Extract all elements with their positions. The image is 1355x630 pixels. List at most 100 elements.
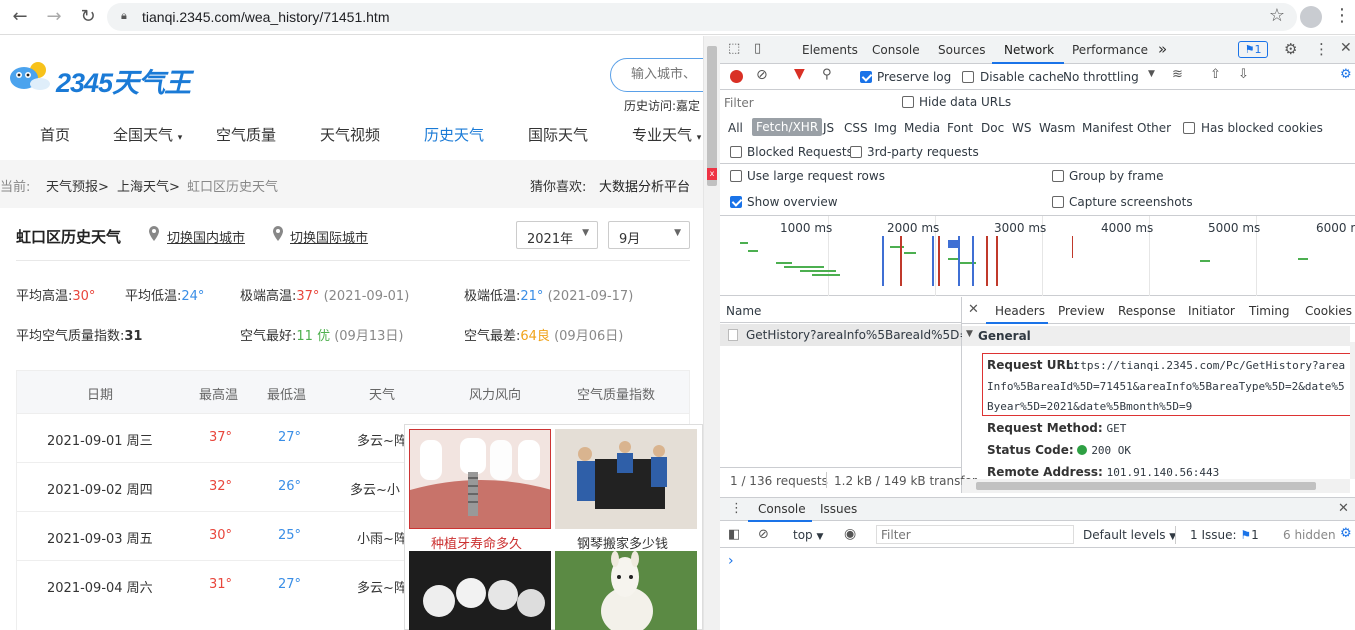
- browser-menu-icon[interactable]: ⋮: [1333, 5, 1351, 26]
- request-row[interactable]: GetHistory?areaInfo%5BareaId%5D=...: [720, 324, 981, 346]
- throttling-select[interactable]: No throttling: [1063, 70, 1139, 84]
- inspect-element-icon[interactable]: ⬚: [728, 41, 740, 56]
- close-drawer-icon[interactable]: ✕: [1338, 501, 1349, 516]
- record-icon[interactable]: [730, 70, 743, 83]
- show-sidebar-icon[interactable]: ◧: [728, 527, 740, 542]
- request-url-value[interactable]: Info%5BareaId%5D=71451&areaInfo%5BareaTy…: [987, 380, 1345, 393]
- details-horizontal-scrollbar[interactable]: [962, 479, 1350, 493]
- close-details-icon[interactable]: ✕: [968, 302, 979, 317]
- page-scrollbar[interactable]: x: [703, 36, 720, 630]
- tab-headers[interactable]: Headers: [995, 304, 1045, 318]
- guess-link[interactable]: 大数据分析平台: [599, 176, 690, 195]
- type-filter-font[interactable]: Font: [947, 121, 973, 135]
- nav-history-weather[interactable]: 历史天气: [424, 124, 484, 145]
- scrollbar-thumb[interactable]: [976, 482, 1316, 490]
- back-icon[interactable]: ←: [8, 6, 32, 28]
- name-column-header[interactable]: Name: [720, 297, 961, 323]
- month-select[interactable]: 9月 ▼: [608, 221, 690, 249]
- tab-cookies[interactable]: Cookies: [1305, 304, 1352, 318]
- reload-icon[interactable]: ↻: [76, 6, 100, 28]
- request-url-value[interactable]: https://tianqi.2345.com/Pc/GetHistory?ar…: [1067, 359, 1345, 372]
- context-select[interactable]: top ▼: [793, 528, 823, 542]
- type-filter-css[interactable]: CSS: [844, 121, 868, 135]
- general-section-header[interactable]: ▼ General: [962, 326, 1350, 346]
- tab-sources[interactable]: Sources: [938, 43, 985, 57]
- details-vertical-scrollbar[interactable]: [1350, 342, 1355, 479]
- tab-initiator[interactable]: Initiator: [1188, 304, 1235, 318]
- switch-domestic-city-link[interactable]: 切换国内城市: [167, 227, 245, 246]
- nav-international-weather[interactable]: 国际天气: [528, 124, 588, 145]
- address-bar[interactable]: 🔒︎ tianqi.2345.com/wea_history/71451.htm…: [107, 3, 1297, 31]
- type-filter-media[interactable]: Media: [904, 121, 940, 135]
- type-filter-fetch-xhr[interactable]: Fetch/XHR: [752, 118, 823, 136]
- issues-badge[interactable]: ⚑1: [1238, 41, 1268, 58]
- tab-preview[interactable]: Preview: [1058, 304, 1105, 318]
- console-settings-icon[interactable]: ⚙: [1340, 526, 1352, 541]
- default-levels-select[interactable]: Default levels ▼: [1083, 528, 1176, 542]
- network-filter-input[interactable]: [724, 94, 888, 112]
- ad-caption[interactable]: 种植牙寿命多久: [431, 533, 522, 552]
- close-devtools-icon[interactable]: ✕: [1340, 40, 1352, 56]
- city-search-box[interactable]: [610, 58, 703, 92]
- type-filter-wasm[interactable]: Wasm: [1039, 121, 1075, 135]
- type-filter-manifest[interactable]: Manifest: [1082, 121, 1133, 135]
- nav-home[interactable]: 首页: [40, 124, 70, 145]
- console-filter-input[interactable]: [876, 525, 1074, 544]
- breadcrumb-item[interactable]: 上海天气>: [117, 176, 180, 195]
- tab-elements[interactable]: Elements: [802, 43, 858, 57]
- clear-icon[interactable]: ⊘: [756, 67, 768, 83]
- site-logo[interactable]: 2345天气王: [6, 54, 206, 98]
- network-conditions-icon[interactable]: ≋: [1172, 67, 1183, 82]
- group-by-frame-checkbox[interactable]: [1052, 170, 1064, 182]
- drawer-tab-issues[interactable]: Issues: [820, 502, 857, 516]
- import-har-icon[interactable]: ⇧: [1210, 67, 1221, 82]
- clear-console-icon[interactable]: ⊘: [758, 527, 769, 542]
- forward-icon[interactable]: →: [42, 6, 66, 28]
- third-party-checkbox[interactable]: [850, 146, 862, 158]
- type-filter-js[interactable]: JS: [823, 121, 834, 135]
- preserve-log-checkbox[interactable]: [860, 71, 872, 83]
- ad-image-dentures[interactable]: [409, 551, 551, 630]
- request-url-value[interactable]: Byear%5D=2021&date%5Bmonth%5D=9: [987, 400, 1192, 413]
- scrollbar-thumb[interactable]: [707, 46, 717, 186]
- nav-weather-video[interactable]: 天气视频: [320, 124, 380, 145]
- blocked-requests-checkbox[interactable]: [730, 146, 742, 158]
- drawer-tab-console[interactable]: Console: [758, 502, 806, 516]
- hide-data-urls-checkbox[interactable]: [902, 96, 914, 108]
- show-overview-checkbox[interactable]: [730, 196, 742, 208]
- ad-image-piano[interactable]: [555, 429, 697, 529]
- city-search-input[interactable]: [631, 67, 703, 82]
- search-icon[interactable]: ⚲: [822, 67, 832, 82]
- large-rows-checkbox[interactable]: [730, 170, 742, 182]
- tab-timing[interactable]: Timing: [1249, 304, 1290, 318]
- has-blocked-cookies-checkbox[interactable]: [1183, 122, 1195, 134]
- ad-image-alpaca[interactable]: [555, 551, 697, 630]
- type-filter-ws[interactable]: WS: [1012, 121, 1031, 135]
- caret-down-icon[interactable]: ▼: [1148, 69, 1155, 79]
- ad-close-icon[interactable]: x: [707, 168, 717, 180]
- profile-avatar-icon[interactable]: [1300, 6, 1322, 28]
- ad-caption[interactable]: 钢琴搬家多少钱: [577, 533, 668, 552]
- tab-performance[interactable]: Performance: [1072, 43, 1148, 57]
- bookmark-star-icon[interactable]: ☆: [1269, 5, 1285, 26]
- settings-gear-icon[interactable]: ⚙: [1284, 40, 1297, 58]
- network-overview-timeline[interactable]: 1000 ms 2000 ms 3000 ms 4000 ms 5000 ms …: [720, 216, 1355, 296]
- type-filter-doc[interactable]: Doc: [981, 121, 1004, 135]
- nav-pro-weather[interactable]: 专业天气 ▾: [632, 124, 701, 145]
- network-settings-icon[interactable]: ⚙: [1340, 67, 1352, 82]
- tab-console[interactable]: Console: [872, 43, 920, 57]
- device-toolbar-icon[interactable]: ▯: [754, 41, 761, 56]
- capture-screenshots-checkbox[interactable]: [1052, 196, 1064, 208]
- type-filter-all[interactable]: All: [728, 121, 743, 135]
- drawer-menu-icon[interactable]: ⋮: [730, 501, 743, 516]
- tab-response[interactable]: Response: [1118, 304, 1176, 318]
- export-har-icon[interactable]: ⇩: [1238, 67, 1249, 82]
- console-prompt[interactable]: ›: [728, 553, 734, 569]
- breadcrumb-item[interactable]: 天气预报>: [46, 176, 109, 195]
- more-tabs-icon[interactable]: »: [1158, 40, 1167, 58]
- nav-air-quality[interactable]: 空气质量: [216, 124, 276, 145]
- type-filter-other[interactable]: Other: [1137, 121, 1171, 135]
- tab-network[interactable]: Network: [1004, 43, 1054, 57]
- url-text[interactable]: tianqi.2345.com/wea_history/71451.htm: [142, 9, 389, 25]
- filter-funnel-icon[interactable]: ▼: [794, 66, 805, 82]
